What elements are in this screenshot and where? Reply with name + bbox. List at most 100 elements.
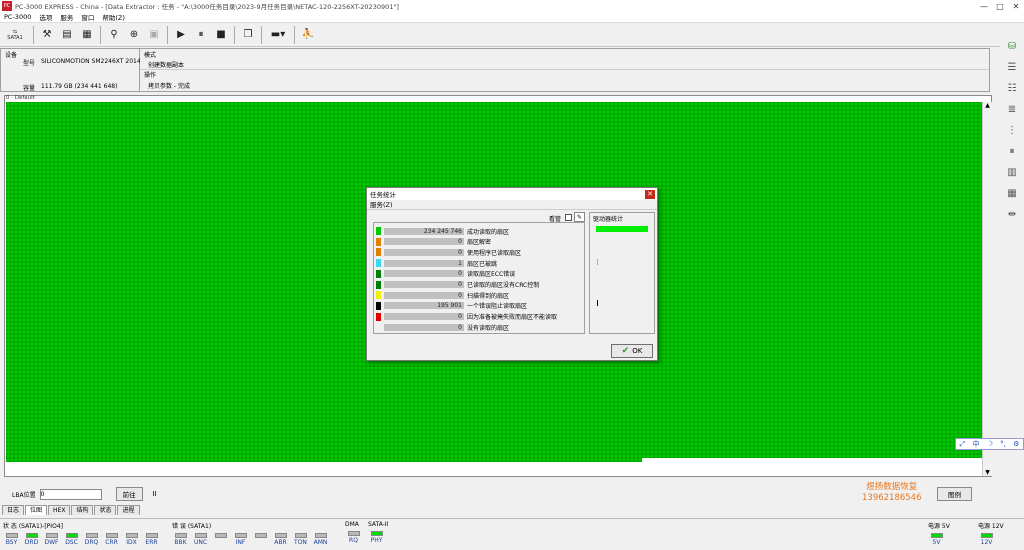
bars-icon[interactable]: ≣ bbox=[1002, 100, 1022, 118]
lba-label: LBA位置 bbox=[12, 491, 36, 499]
moon-icon[interactable]: ☽ bbox=[987, 440, 993, 448]
adjust-icon[interactable]: ⇹ bbox=[1002, 205, 1022, 223]
sector-map-partial-row bbox=[6, 458, 642, 462]
list-icon[interactable]: ☰ bbox=[1002, 58, 1022, 76]
menu-service[interactable]: 服务 bbox=[56, 12, 77, 22]
stat-color-swatch bbox=[376, 301, 381, 310]
pause-side-icon[interactable]: ⏸ bbox=[1002, 142, 1022, 160]
stat-label: 没有读取的扇区 bbox=[467, 324, 510, 332]
tools-icon[interactable]: ⚒ bbox=[37, 25, 57, 45]
dialog-menu-service[interactable]: 服务(Z) bbox=[367, 200, 657, 210]
goto-button[interactable]: 前往 bbox=[115, 487, 143, 501]
tab-structure[interactable]: 结构 bbox=[71, 505, 94, 515]
maximize-button[interactable]: □ bbox=[992, 2, 1008, 11]
tab-bitmap[interactable]: 位图 bbox=[25, 505, 48, 515]
mode-value: 创建数据副本 bbox=[148, 62, 185, 69]
stop-icon[interactable]: ■ bbox=[211, 25, 231, 45]
status-group: 状 态 (SATA1)-[PIO4] BSY DRD DWF DSC DRQ CRR IDX… bbox=[3, 521, 163, 550]
error-group: 错 误 (SATA1) BBK UNC INF ABR TON AMN bbox=[172, 523, 328, 546]
menu-help[interactable]: 帮助(Z) bbox=[98, 12, 129, 22]
sata-port-button[interactable]: ⇆ SATA1 bbox=[0, 25, 30, 45]
scroll-down-icon[interactable]: ▼ bbox=[983, 469, 992, 476]
stat-value: 234 245 746 bbox=[384, 227, 464, 235]
stat-label: 扫描得到的扇区 bbox=[467, 292, 510, 300]
close-button[interactable]: ✕ bbox=[1008, 2, 1024, 11]
play-icon[interactable]: ▶ bbox=[171, 25, 191, 45]
stat-color-swatch bbox=[376, 259, 381, 268]
status-led: INF bbox=[232, 533, 249, 546]
stat-value: 1 bbox=[384, 259, 464, 267]
stat-value: 0 bbox=[384, 238, 464, 246]
operation-section-label: 操作 bbox=[144, 72, 157, 79]
status-led: DWF bbox=[43, 533, 60, 546]
stat-row: 0 使用程序已读取扇区 bbox=[376, 247, 521, 257]
stat-color-swatch bbox=[376, 291, 381, 300]
stat-label: 扇区已被跳 bbox=[467, 260, 498, 268]
tab-process[interactable]: 进程 bbox=[117, 505, 140, 515]
device-info-panel: 设备 型号 SILICONMOTION SM2246XT 2014112 容量 … bbox=[0, 48, 140, 92]
status-led bbox=[212, 533, 229, 546]
ok-button[interactable]: ✔ OK bbox=[611, 344, 653, 358]
tab-log[interactable]: 日志 bbox=[2, 505, 25, 515]
status-led: CRR bbox=[103, 533, 120, 546]
display-dropdown-icon[interactable]: ▬▾ bbox=[265, 25, 291, 45]
pause-button[interactable]: II bbox=[153, 490, 157, 498]
stat-row: 195 901 一个错误阻止读取扇区 bbox=[376, 301, 527, 311]
capacity-value: 111.79 GB (234 441 648) bbox=[41, 83, 118, 90]
document-icon[interactable]: ▤ bbox=[57, 25, 77, 45]
map-icon[interactable]: ▦ bbox=[77, 25, 97, 45]
stat-label: 因为准备被掩失败而扇区不能读取 bbox=[467, 314, 558, 322]
checkmark-icon: ✔ bbox=[621, 346, 630, 356]
window-title: PC-3000 EXPRESS - China - [Data Extracto… bbox=[15, 3, 399, 11]
run-icon[interactable]: ⛹ bbox=[298, 25, 318, 45]
pause-icon[interactable]: ⏸ bbox=[191, 25, 211, 45]
drive-stat-error-mark bbox=[597, 300, 598, 306]
sata-group: SATA-II PHY bbox=[368, 521, 389, 544]
ime-expand-icon[interactable]: ⤢ bbox=[960, 440, 966, 449]
watch-checkbox[interactable] bbox=[565, 214, 572, 221]
stat-label: 一个错误阻止读取扇区 bbox=[467, 303, 528, 311]
mode-section-label: 模式 bbox=[144, 52, 157, 59]
stat-value: 0 bbox=[384, 270, 464, 278]
operation-value: 拷贝参数 - 完成 bbox=[148, 83, 190, 90]
mouse-icon[interactable]: ⚲ bbox=[104, 25, 124, 45]
binoculars-icon[interactable]: ⊕ bbox=[124, 25, 144, 45]
list-alt-icon[interactable]: ☷ bbox=[1002, 79, 1022, 97]
chart-icon[interactable]: ▥ bbox=[1002, 163, 1022, 181]
menu-options[interactable]: 选项 bbox=[35, 12, 56, 22]
lba-input[interactable] bbox=[39, 488, 102, 500]
stat-row: 234 245 746 成功读取的扇区 bbox=[376, 226, 509, 236]
legend-button[interactable]: 图例 bbox=[937, 487, 972, 501]
stat-label: 已读取的扇区没有CRC控制 bbox=[467, 282, 540, 289]
punctuation-icon[interactable]: °, bbox=[1000, 440, 1006, 448]
stat-value: 0 bbox=[384, 281, 464, 288]
dialog-close-icon[interactable]: ✕ bbox=[645, 189, 655, 199]
stat-label: 扇区解密 bbox=[467, 239, 492, 247]
tab-status[interactable]: 状态 bbox=[94, 505, 117, 515]
pin-icon[interactable]: ✎ bbox=[574, 212, 585, 222]
tab-hex[interactable]: HEX bbox=[48, 505, 71, 515]
grid-icon[interactable]: ▦ bbox=[1002, 184, 1022, 202]
green-device-icon[interactable]: ⛁ bbox=[1002, 37, 1022, 55]
stat-label: 读取扇区ECC错误 bbox=[467, 271, 516, 279]
status-led: DRQ bbox=[83, 533, 100, 546]
box-icon[interactable]: ▣ bbox=[144, 25, 164, 45]
stat-row: 0 读取扇区ECC错误 bbox=[376, 269, 515, 279]
scan-icon[interactable]: ⋮ bbox=[1002, 121, 1022, 139]
menu-window[interactable]: 窗口 bbox=[77, 12, 98, 22]
ime-chinese[interactable]: 中 bbox=[972, 439, 979, 449]
device-section-label: 设备 bbox=[5, 52, 18, 59]
menu-pc3000[interactable]: PC-3000 bbox=[0, 13, 35, 21]
dialog-title-bar: 任务统计 ✕ bbox=[367, 188, 657, 200]
windows-icon[interactable]: ❐ bbox=[238, 25, 258, 45]
scroll-up-icon[interactable]: ▲ bbox=[983, 102, 992, 109]
stats-panel: 234 245 746 成功读取的扇区 0 扇区解密 0 使用程序已读取扇区 1 扇区已被跳 0… bbox=[373, 222, 585, 334]
stat-row: 0 扇区解密 bbox=[376, 237, 491, 247]
stat-color-swatch bbox=[376, 248, 381, 257]
drive-stat-success-bar bbox=[596, 226, 648, 232]
status-led: BBK bbox=[172, 533, 189, 546]
ime-settings-icon[interactable]: ⚙ bbox=[1013, 440, 1019, 448]
map-scrollbar[interactable]: ▲ ▼ bbox=[982, 102, 992, 476]
minimize-button[interactable]: — bbox=[976, 2, 992, 11]
drive-stats-label: 驱动器统计 bbox=[593, 216, 624, 223]
